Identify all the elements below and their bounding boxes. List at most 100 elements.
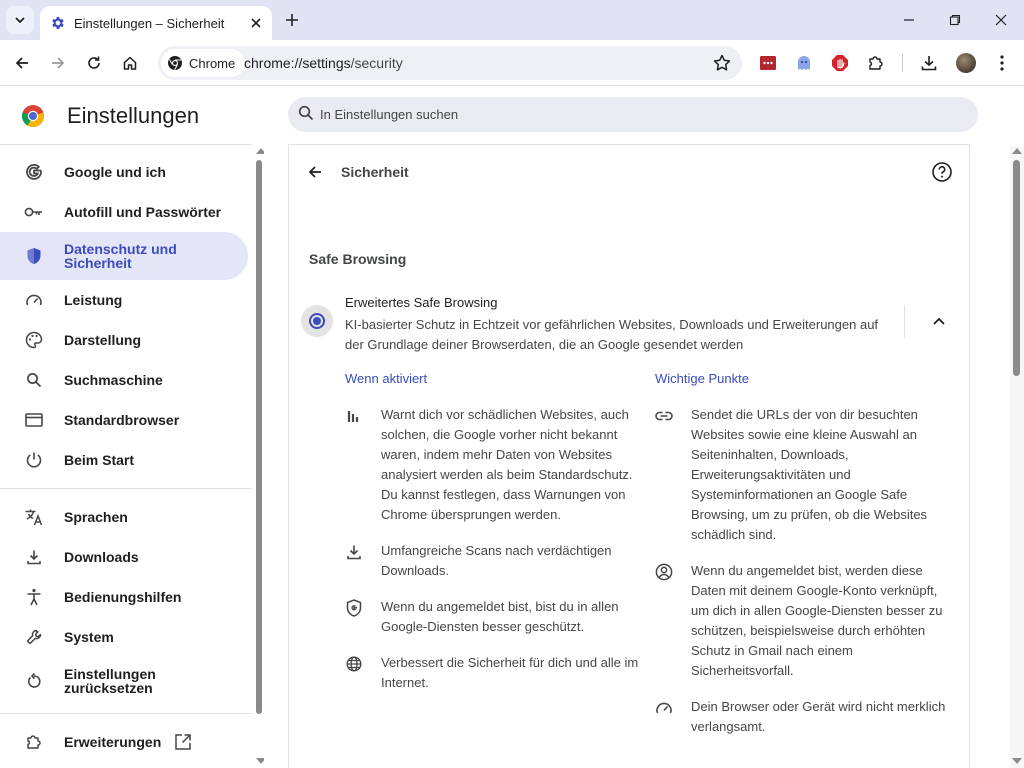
sidebar-item-leistung[interactable]: Leistung [0,285,248,315]
tab-title: Einstellungen – Sicherheit [74,15,225,31]
extension-ghost-button[interactable] [793,52,815,74]
bullet-text: Dein Browser oder Gerät wird nicht merkl… [691,699,946,734]
sidebar-item-datenschutz[interactable]: Datenschutz und Sicherheit [0,232,248,280]
sidebar-item-erweiterungen[interactable]: Erweiterungen [0,727,248,757]
chrome-icon [168,56,182,71]
puzzle-icon [869,56,883,70]
adblock-hand-icon [832,55,848,71]
site-info-chip[interactable]: Chrome [161,49,246,77]
main-scroll-thumb[interactable] [1013,160,1020,376]
main-scrollbar[interactable] [1010,146,1024,768]
minimize-icon [904,19,914,21]
security-card: Sicherheit Safe Browsing Erweitertes Saf… [288,144,970,768]
extension-adblock-button[interactable] [829,52,851,74]
arrow-left-icon [308,166,321,178]
gear-icon [52,17,64,29]
sidebar-item-google-und-ich[interactable]: Google und ich [0,157,248,187]
sidebar-item-system[interactable]: System [0,622,248,652]
settings-search[interactable] [288,97,978,132]
bullet-text: Wenn du angemeldet bist, werden diese Da… [691,563,943,678]
google-shield-icon [345,599,363,617]
search-icon [24,370,44,390]
settings-search-input[interactable] [320,104,960,124]
sidebar-scrollbar[interactable] [254,146,266,768]
option-title: Erweitertes Safe Browsing [345,295,498,310]
home-icon [123,56,137,70]
password-manager-extension-icon [760,56,776,70]
url-path: /security [350,55,403,71]
restore-button[interactable] [932,4,978,36]
reload-button[interactable] [80,49,108,77]
extension-dots-button[interactable] [757,52,779,74]
profile-avatar[interactable] [956,53,976,73]
tab-search-button[interactable] [6,6,34,34]
page-title: Sicherheit [341,164,409,180]
download-icon [921,56,937,71]
sidebar-item-label: Downloads [64,549,139,565]
back-button[interactable] [8,49,36,77]
sidebar-item-downloads[interactable]: Downloads [0,542,248,572]
bullet-text: Umfangreiche Scans nach verdächtigen Dow… [381,543,612,578]
speedometer-icon [24,290,44,310]
sidebar-item-darstellung[interactable]: Darstellung [0,325,248,355]
link-icon [655,407,673,425]
browser-menu-button[interactable] [991,52,1013,74]
open-in-new-icon [175,734,191,750]
sidebar-item-standardbrowser[interactable]: Standardbrowser [0,405,248,435]
sidebar-item-label: Beim Start [64,452,135,468]
sidebar-item-beim-start[interactable]: Beim Start [0,445,248,475]
back-to-privacy-button[interactable] [303,160,327,184]
globe-icon [345,655,363,673]
option-separator [904,305,905,338]
sidebar-item-label: Darstellung [64,332,142,348]
sidebar-item-bedienungshilfen[interactable]: Bedienungshilfen [0,582,248,612]
sidebar-item-sprachen[interactable]: Sprachen [0,502,248,532]
forward-button[interactable] [44,49,72,77]
sidebar-item-label: Suchmaschine [64,372,163,388]
settings-sidebar: Google und ich Autofill und Passwörter D… [0,144,252,768]
sidebar-item-autofill[interactable]: Autofill und Passwörter [0,197,248,227]
section-title: Safe Browsing [309,251,407,267]
collapse-option-button[interactable] [925,311,953,331]
toolbar-separator [902,54,903,72]
ghost-extension-icon [798,56,810,70]
sidebar-item-suchmaschine[interactable]: Suchmaschine [0,365,248,395]
browser-window-icon [24,410,44,430]
column-heading-important-points: Wichtige Punkte [655,371,749,386]
close-window-button[interactable] [978,4,1024,36]
radio-dot [313,317,321,325]
url-text: chrome://settings/security [244,55,403,71]
help-icon[interactable] [931,161,953,183]
palette-icon [24,330,44,350]
arrow-right-icon [52,57,65,69]
sidebar-scroll-thumb[interactable] [256,160,262,714]
reload-icon [88,56,100,69]
wrench-icon [24,627,44,647]
google-icon [24,162,44,182]
bullet-text: Wenn du angemeldet bist, bist du in alle… [381,599,619,634]
extensions-menu-button[interactable] [865,52,887,74]
chevron-up-icon [933,317,945,325]
chevron-down-icon [15,17,25,24]
bookmark-star-icon[interactable] [712,53,732,73]
close-icon [251,18,261,28]
scroll-up-arrow-icon[interactable] [1012,148,1022,154]
site-chip-label: Chrome [189,55,236,71]
sidebar-item-zuruecksetzen[interactable]: Einstellungen zurücksetzen [0,659,248,703]
tab-close-button[interactable] [246,13,266,33]
address-bar[interactable]: Chrome chrome://settings/security [158,46,742,80]
sidebar-item-label: System [64,629,114,645]
arrow-left-icon [15,57,28,69]
tab-settings-security[interactable]: Einstellungen – Sicherheit [40,6,272,40]
search-icon [298,105,314,121]
tab-strip: Einstellungen – Sicherheit [0,0,1024,40]
sidebar-item-label: Erweiterungen [64,734,162,750]
home-button[interactable] [116,49,144,77]
downloads-button[interactable] [918,52,940,74]
new-tab-button[interactable] [280,8,304,32]
reset-icon [24,671,44,691]
scroll-down-arrow-icon[interactable] [1012,758,1022,764]
enhanced-protection-radio[interactable] [301,305,333,337]
minimize-button[interactable] [886,4,932,36]
more-vert-icon [1000,55,1004,71]
